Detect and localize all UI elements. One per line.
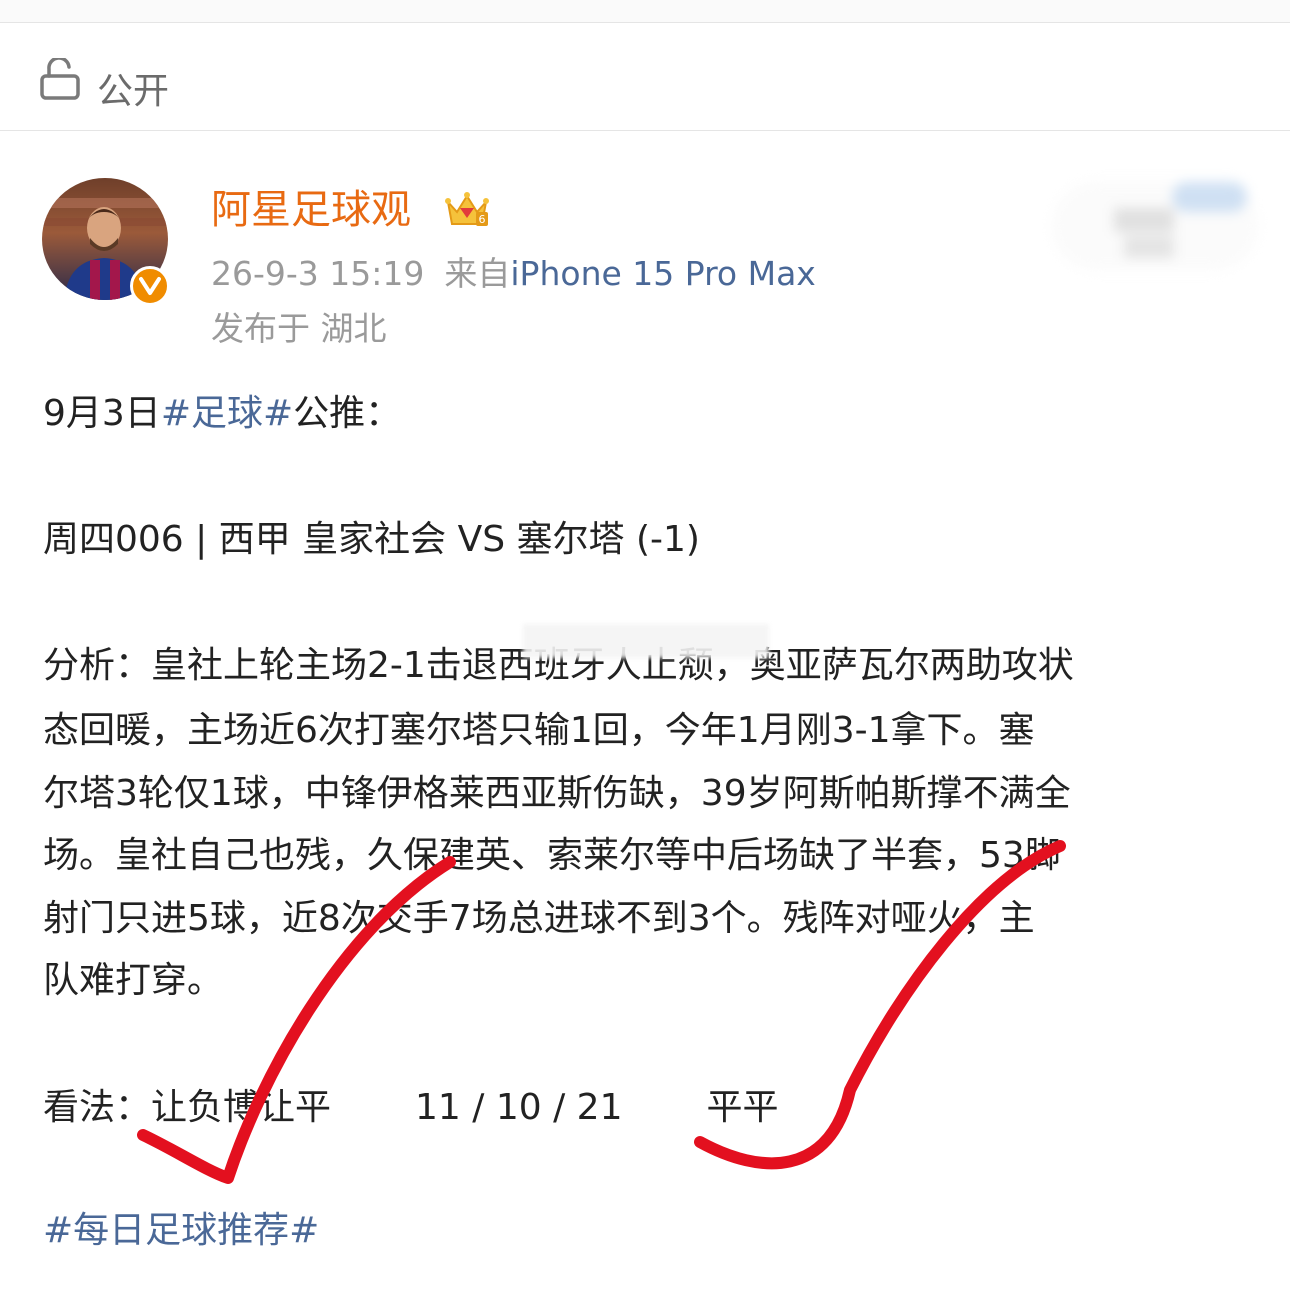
redacted-overlay	[523, 624, 769, 658]
analysis-line: 尔塔3轮仅1球，中锋伊格莱西亚斯伤缺，39岁阿斯帕斯撑不满全	[43, 773, 1071, 814]
hashtag-daily-recommend[interactable]: #每日足球推荐#	[43, 1213, 319, 1249]
username[interactable]: 阿星足球观	[211, 190, 411, 230]
analysis-line: 场。皇社自己也残，久保建英、索莱尔等中后场缺了半套，53脚	[43, 835, 1061, 876]
verified-badge	[130, 266, 170, 306]
view-result: 平平	[706, 1087, 779, 1128]
device-link[interactable]: iPhone 15 Pro Max	[510, 254, 815, 293]
analysis-line: 态回暖，主场近6次打塞尔塔只输1回，今年1月刚3-1拿下。塞	[43, 710, 1035, 751]
post-meta: 26-9-3 15:19 来自iPhone 15 Pro Max	[211, 257, 816, 290]
date-prefix: 9月3日	[43, 393, 161, 434]
source-prefix: 来自	[444, 254, 511, 293]
view-label: 看法：让负博让平	[43, 1087, 332, 1128]
post-timestamp: 26-9-3 15:19	[211, 254, 425, 293]
visibility-row[interactable]: 公开	[0, 22, 1290, 131]
hashtag-football[interactable]: #足球#	[161, 393, 293, 434]
lock-open-icon	[40, 58, 80, 100]
svg-text:6: 6	[479, 213, 486, 226]
post-location: 发布于 湖北	[211, 309, 387, 348]
follow-button[interactable]	[1052, 182, 1258, 270]
visibility-label: 公开	[97, 71, 170, 112]
match-line: 周四006 | 西甲 皇家社会 VS 塞尔塔 (-1)	[43, 519, 700, 560]
analysis-line: 队难打穿。	[43, 960, 224, 1001]
top-strip	[0, 0, 1290, 23]
post-date-line: 9月3日#足球#公推：	[43, 396, 401, 432]
date-suffix: 公推：	[293, 393, 402, 434]
view-odds: 11 / 10 / 21	[415, 1087, 623, 1128]
crown-icon: 6	[445, 192, 489, 226]
analysis-line: 射门只进5球，近8次交手7场总进球不到3个。残阵对哑火，主	[43, 898, 1035, 939]
view-line: 看法：让负博让平 11 / 10 / 21 平平	[43, 1090, 779, 1126]
